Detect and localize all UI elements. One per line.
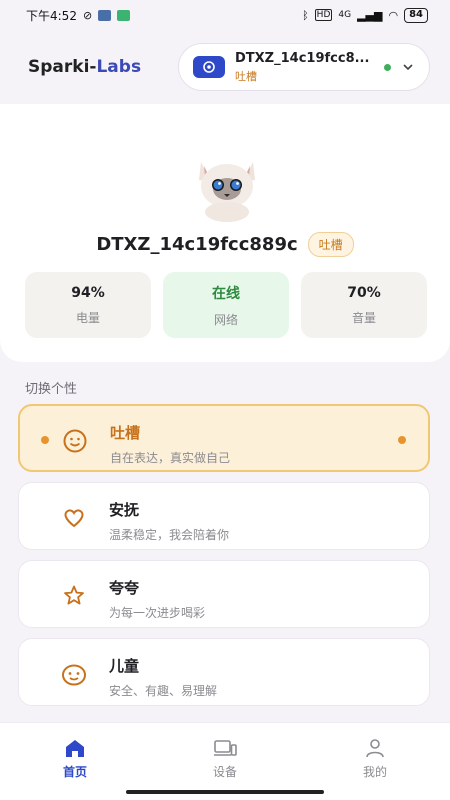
brand-prefix: Sparki-: [28, 57, 97, 77]
personality-subtitle: 自在表达，真实做自己: [110, 451, 231, 465]
device-avatar: [199, 162, 255, 222]
device-selector[interactable]: DTXZ_14c19fcc8... 吐槽: [178, 43, 430, 91]
personality-subtitle: 为每一次进步喝彩: [109, 606, 206, 620]
personality-item-child[interactable]: 儿童 安全、有趣、易理解: [18, 638, 430, 706]
wifi-icon: ◠: [388, 8, 399, 22]
hd-icon: HD: [314, 9, 333, 21]
bottom-nav: 首页 设备 我的: [0, 722, 450, 800]
personality-list: 吐槽 自在表达，真实做自己 安抚 温柔稳定，我会陪着你 夸夸 为每一次进步喝彩 …: [18, 404, 430, 716]
section-title: 切换个性: [25, 382, 78, 397]
heart-icon: [64, 509, 84, 528]
bluetooth-icon: ᛒ: [302, 8, 309, 22]
signal-icon: ▂▄▆: [357, 8, 383, 22]
network-type: 4G: [338, 10, 352, 20]
device-profile-card: DTXZ_14c19fcc889c 吐槽 94% 电量 在线 网络 70% 音量: [0, 104, 450, 362]
app-header: Sparki-Labs DTXZ_14c19fcc8... 吐槽: [0, 30, 450, 104]
mute-icon: ⊘: [82, 8, 93, 22]
battery-level: 84: [409, 9, 423, 20]
chevron-down-icon: [403, 64, 413, 71]
online-status-dot: [384, 63, 391, 71]
network-stat: 在线 网络: [163, 272, 289, 338]
user-icon: [366, 739, 384, 758]
nav-home[interactable]: 首页: [30, 737, 120, 780]
child-face-icon: [62, 664, 86, 686]
brand-accent: Labs: [96, 57, 142, 77]
selected-device-mode: 吐槽: [235, 69, 257, 83]
nav-label: 我的: [362, 765, 387, 779]
personality-title: 夸夸: [109, 579, 140, 597]
battery-value: 94%: [71, 284, 105, 301]
device-chip-icon: [193, 56, 225, 78]
personality-subtitle: 温柔稳定，我会陪着你: [109, 528, 230, 542]
battery-icon: 84: [404, 7, 428, 23]
network-label: 网络: [213, 312, 238, 327]
brand-logo: Sparki-Labs: [28, 57, 141, 77]
active-indicator-left: [41, 436, 49, 444]
volume-label: 音量: [351, 310, 376, 325]
status-bar: 下午4:52 ⊘ ᛒ HD 4G ▂▄▆ ◠ 84: [0, 0, 450, 30]
battery-stat: 94% 电量: [25, 272, 151, 338]
active-indicator-right: [398, 436, 406, 444]
selected-device-name: DTXZ_14c19fcc8...: [235, 50, 370, 66]
mode-badge: 吐槽: [307, 232, 354, 257]
wechat-notification-icon: [117, 9, 131, 21]
nav-label: 设备: [212, 765, 237, 779]
personality-title: 儿童: [109, 657, 140, 675]
volume-stat: 70% 音量: [301, 272, 427, 338]
network-value: 在线: [212, 285, 240, 302]
status-time: 下午4:52: [26, 8, 77, 23]
star-icon: [64, 585, 84, 605]
nav-devices[interactable]: 设备: [180, 737, 270, 780]
volume-value: 70%: [347, 284, 381, 301]
devices-icon: [214, 740, 237, 756]
app-notification-icon: [98, 9, 112, 21]
personality-item-comfort[interactable]: 安抚 温柔稳定，我会陪着你: [18, 482, 430, 550]
personality-subtitle: 安全、有趣、易理解: [109, 684, 218, 698]
nav-label: 首页: [62, 765, 87, 779]
personality-title: 吐槽: [110, 424, 141, 442]
smile-icon: [63, 429, 87, 453]
battery-label: 电量: [75, 310, 100, 325]
device-name: DTXZ_14c19fcc889c: [96, 234, 298, 255]
home-icon: [66, 740, 84, 757]
home-indicator: [126, 790, 324, 794]
personality-item-praise[interactable]: 夸夸 为每一次进步喝彩: [18, 560, 430, 628]
personality-title: 安抚: [109, 501, 140, 519]
device-stats: 94% 电量 在线 网络 70% 音量: [25, 272, 427, 338]
personality-item-roast[interactable]: 吐槽 自在表达，真实做自己: [18, 404, 430, 472]
nav-profile[interactable]: 我的: [330, 737, 420, 780]
